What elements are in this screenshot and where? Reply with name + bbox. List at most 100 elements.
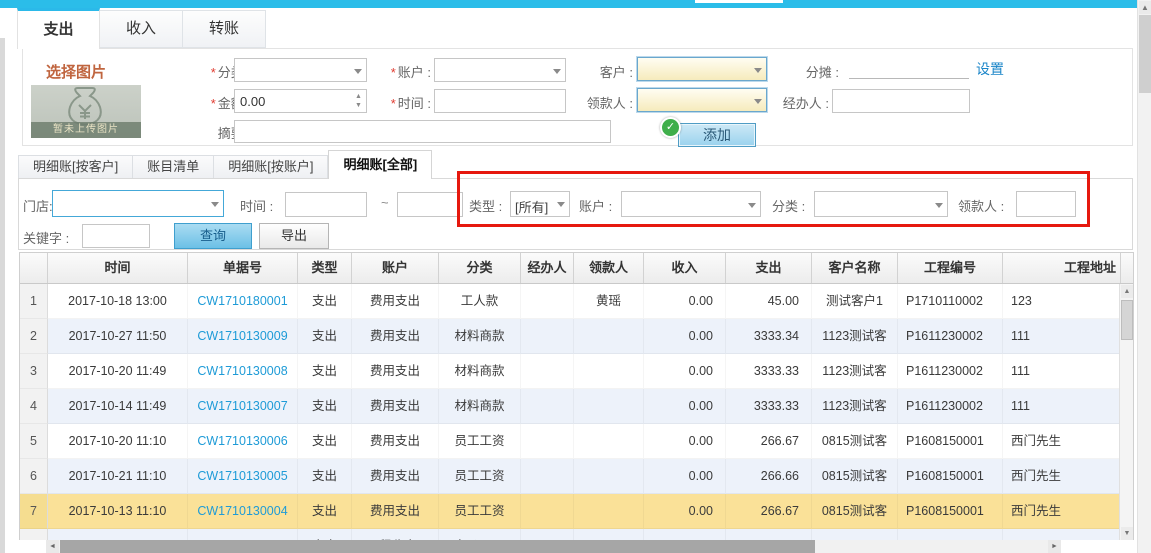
table-row[interactable]: 7 2017-10-13 11:10 CW1710130004 支出 费用支出 员工工资 0… (20, 494, 1121, 529)
doc-no-link[interactable]: CW1710130008 (197, 364, 287, 378)
col-header-rownum[interactable] (20, 253, 48, 283)
tab-income[interactable]: 收入 (100, 10, 183, 48)
cell-project_no: P1608150001 (898, 459, 1003, 494)
allocate-label: 分摊 : (805, 65, 839, 80)
table-row[interactable]: 6 2017-10-21 11:10 CW1710130005 支出 费用支出 员工工资 0… (20, 459, 1121, 494)
cell-doc_no: CW1710130007 (188, 389, 298, 424)
col-header-customer[interactable]: 客户名称 (812, 253, 898, 283)
filter-payee-field[interactable] (1016, 191, 1076, 217)
table-horizontal-scrollbar[interactable] (46, 540, 1061, 553)
keyword-field[interactable] (82, 224, 150, 248)
col-header-type[interactable]: 类型 (298, 253, 352, 283)
cell-num: 8 (20, 529, 48, 540)
table-row[interactable]: 5 2017-10-20 11:10 CW1710130006 支出 费用支出 员工工资 0… (20, 424, 1121, 459)
col-header-expense[interactable]: 支出 (726, 253, 812, 283)
app-window: 支出 收入 转账 选择图片 暂未上传图片 *分类 : *账户 : 客户 : 分摊… (0, 0, 1151, 553)
col-header-project-no[interactable]: 工程编号 (898, 253, 1003, 283)
choose-image-label[interactable]: 选择图片 (46, 61, 106, 82)
cell-expense: 266.67 (726, 424, 812, 459)
cell-customer: 测试客户1 (812, 284, 898, 319)
topbar-highlight (695, 0, 783, 3)
cell-project_no: P1611230002 (898, 354, 1003, 389)
cell-doc_no: CW1710130004 (188, 494, 298, 529)
col-header-income[interactable]: 收入 (644, 253, 726, 283)
required-mark: * (210, 65, 216, 80)
category-select[interactable] (234, 58, 367, 82)
export-button[interactable]: 导出 (259, 223, 329, 249)
col-header-operator[interactable]: 经办人 (521, 253, 574, 283)
page-scrollbar[interactable] (1137, 0, 1151, 553)
cell-type: 支出 (298, 459, 352, 494)
col-header-project-addr[interactable]: 工程地址 (1003, 253, 1121, 283)
filter-category-select[interactable] (814, 191, 948, 217)
col-header-account[interactable]: 账户 (352, 253, 439, 283)
tab-detail-by-customer[interactable]: 明细账[按客户] (18, 155, 134, 179)
cell-income: 0.00 (644, 494, 726, 529)
cell-income: 0.00 (644, 424, 726, 459)
type-select[interactable]: [所有] (510, 191, 570, 217)
tab-account-list[interactable]: 账目清单 (133, 155, 215, 179)
cell-num: 6 (20, 459, 48, 494)
scroll-right-icon[interactable] (1048, 540, 1061, 553)
cell-account: 费用支出 (352, 459, 439, 494)
col-header-payee[interactable]: 领款人 (574, 253, 644, 283)
table-row[interactable]: 2 2017-10-27 11:50 CW1710130009 支出 费用支出 材料商款 0… (20, 319, 1121, 354)
store-label: 门店: (23, 199, 53, 214)
scroll-left-icon[interactable] (46, 540, 59, 553)
col-header-category[interactable]: 分类 (439, 253, 521, 283)
account-select[interactable] (434, 58, 566, 82)
add-button[interactable]: 添加 (678, 123, 756, 147)
table-row[interactable]: 3 2017-10-20 11:49 CW1710130008 支出 费用支出 材料商款 0… (20, 354, 1121, 389)
customer-select[interactable] (637, 57, 767, 81)
cell-expense: 45.00 (726, 284, 812, 319)
store-select[interactable] (52, 190, 224, 217)
allocate-field[interactable] (849, 59, 969, 79)
cell-account: 费用支出 (352, 424, 439, 459)
cell-type: 支出 (298, 529, 352, 540)
doc-no-link[interactable]: CW1710130007 (197, 399, 287, 413)
filter-account-select[interactable] (621, 191, 761, 217)
amount-stepper[interactable]: 0.00 (234, 89, 367, 113)
col-header-doc-no[interactable]: 单据号 (188, 253, 298, 283)
time-from-field[interactable] (285, 192, 367, 217)
records-table: 时间 单据号 类型 账户 分类 经办人 领款人 收入 支出 客户名称 工程编号 … (19, 252, 1134, 540)
tab-detail-by-account[interactable]: 明细账[按账户] (214, 155, 329, 179)
tab-transfer[interactable]: 转账 (183, 10, 266, 48)
operator-field[interactable] (832, 89, 970, 113)
table-row[interactable]: 82017-11-13 11:00CW1710130003支出工程收支1办公用品… (20, 529, 1121, 540)
query-button[interactable]: 查询 (174, 223, 252, 249)
doc-no-link[interactable]: CW1710180001 (197, 294, 287, 308)
table-row[interactable]: 1 2017-10-18 13:00 CW1710180001 支出 费用支出 工人款 黄瑶… (20, 284, 1121, 319)
scroll-down-icon[interactable] (1121, 527, 1133, 540)
scrollbar-thumb[interactable] (1121, 300, 1133, 340)
chevron-down-icon (553, 69, 561, 74)
table-row[interactable]: 4 2017-10-14 11:49 CW1710130007 支出 费用支出 材料商款 0… (20, 389, 1121, 424)
cell-doc_no: CW1710130009 (188, 319, 298, 354)
tab-expense[interactable]: 支出 (17, 8, 100, 49)
spin-up-icon[interactable] (354, 92, 363, 101)
cell-project_addr: 123 (1003, 284, 1121, 319)
settings-link[interactable]: 设置 (976, 59, 1004, 79)
doc-no-link[interactable]: CW1710130005 (197, 469, 287, 483)
cell-income: 0.00 (644, 529, 726, 540)
col-header-time[interactable]: 时间 (48, 253, 188, 283)
cell-project_addr: 西门先生 (1003, 459, 1121, 494)
page-scrollbar-thumb[interactable] (1139, 15, 1151, 93)
hscrollbar-thumb[interactable] (60, 540, 815, 553)
tab-detail-all[interactable]: 明细账[全部] (328, 150, 433, 179)
doc-no-link[interactable]: CW1710130004 (197, 504, 287, 518)
summary-field[interactable] (234, 120, 611, 143)
payee-select[interactable] (637, 88, 767, 112)
spin-down-icon[interactable] (354, 101, 363, 110)
time-field[interactable] (434, 89, 566, 113)
time-to-field[interactable] (397, 192, 463, 217)
doc-no-link[interactable]: CW1710130006 (197, 434, 287, 448)
cell-project_addr: 111 (1003, 319, 1121, 354)
cell-project_addr: 111 (1003, 354, 1121, 389)
scroll-up-icon[interactable] (1121, 285, 1133, 298)
table-vertical-scrollbar[interactable] (1119, 284, 1133, 540)
cell-account: 费用支出 (352, 284, 439, 319)
doc-no-link[interactable]: CW1710130009 (197, 329, 287, 343)
page-scroll-up-icon[interactable] (1139, 1, 1151, 14)
image-placeholder[interactable]: 暂未上传图片 (31, 85, 141, 138)
